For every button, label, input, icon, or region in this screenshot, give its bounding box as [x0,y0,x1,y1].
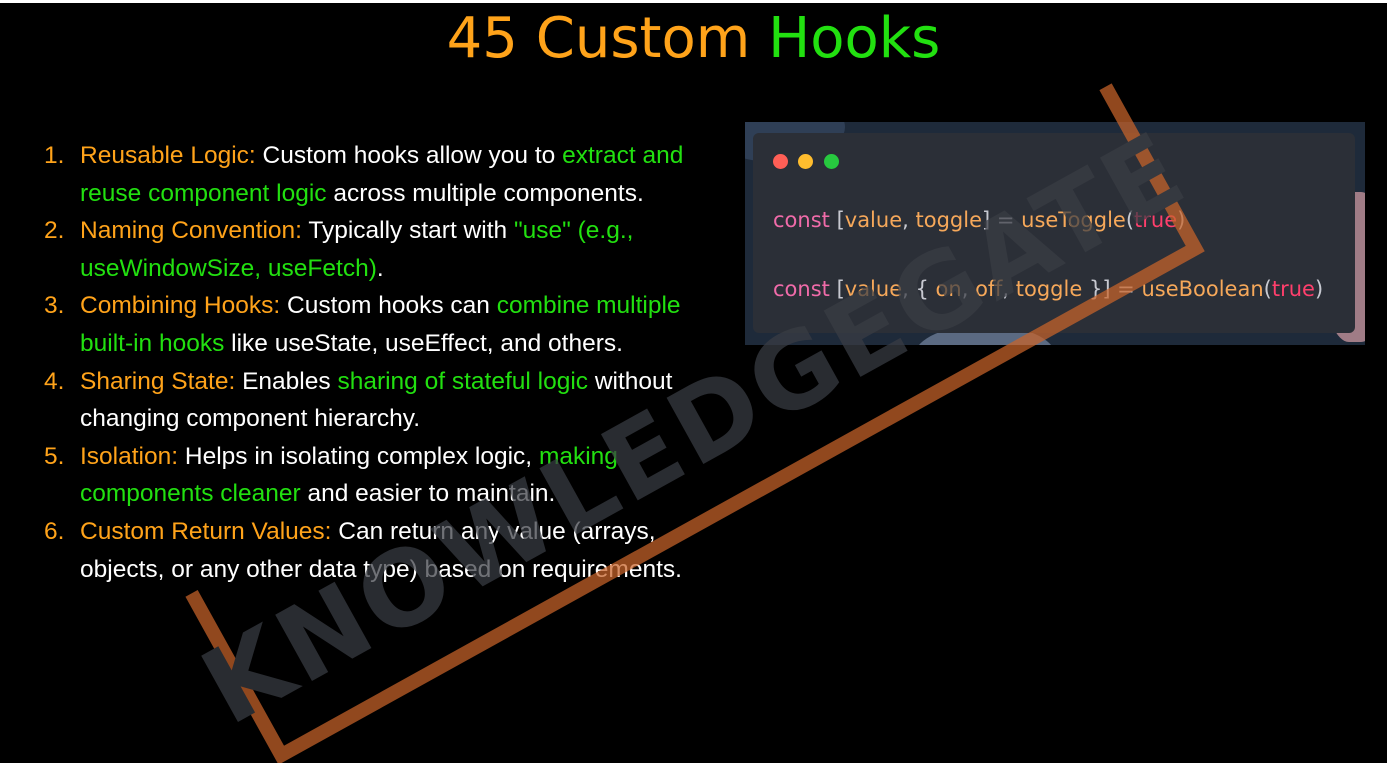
title-number: 45 [446,6,518,71]
list-number: 6. [44,517,65,545]
list-item: 4. Sharing State: Enables sharing of stat… [44,363,704,438]
point-label: Reusable Logic: [80,142,256,169]
code-punct: ( [1263,277,1272,301]
point-label: Custom Return Values: [80,517,332,545]
code-punct: ) [1314,277,1324,301]
code-line-use-boolean: const [value, { on, off, toggle }] = use… [773,277,1323,301]
code-punct: } [1082,277,1103,301]
point-label: Isolation: [80,442,179,470]
point-highlight: sharing of stateful logic [337,367,589,395]
point-text-end: and easier to maintain. [300,480,556,508]
point-text: Helps in isolating complex logic, [178,442,539,470]
code-boolean: true [1134,208,1178,232]
code-punct: , [1002,277,1016,301]
point-text: Custom hooks can [280,292,497,320]
top-border [0,0,1387,3]
point-text-end: across multiple components. [326,179,644,207]
code-keyword: const [773,208,830,232]
title-word-custom: Custom [535,6,751,71]
list-number: 5. [44,442,65,470]
list-number: 1. [44,142,65,169]
code-punct: , [902,208,916,232]
list-item: 2. Naming Convention: Typically start wit… [44,212,704,287]
code-punct: [ [829,277,845,301]
point-label: Naming Convention: [80,217,302,245]
list-number: 3. [44,292,65,320]
code-punct: , [961,277,976,301]
code-snippet-image: const [value, toggle] = useToggle(true) … [745,122,1365,345]
code-variable: toggle [1015,277,1083,301]
code-punct: ( [1125,208,1135,232]
point-text: Enables [235,367,338,395]
list-item: 5. Isolation: Helps in isolating complex … [44,438,704,513]
code-variable: toggle [915,208,983,232]
point-text-end: like useState, useEffect, and others. [224,329,623,357]
window-close-dot-icon [773,154,788,169]
code-function: useBoolean [1141,277,1264,301]
code-punct: { [915,277,936,301]
point-text: Typically start with [301,217,514,245]
list-number: 2. [44,217,65,245]
point-label: Sharing State: [80,367,236,395]
list-number: 4. [44,367,65,395]
code-punct: ] = [1102,277,1142,301]
point-text: Custom hooks allow you to [255,142,563,169]
list-item: 3. Combining Hooks: Custom hooks can comb… [44,287,704,362]
code-boolean: true [1271,277,1315,301]
code-keyword: const [773,277,830,301]
code-variable: off [975,277,1003,301]
code-punct: ) [1177,208,1186,232]
window-minimize-dot-icon [798,154,813,169]
point-text-end: . [376,254,384,282]
code-variable: on [935,277,962,301]
list-item: 6. Custom Return Values: Can return any v… [44,513,704,588]
code-punct: ] = [982,208,1022,232]
point-label: Combining Hooks: [80,292,281,320]
window-maximize-dot-icon [824,154,839,169]
custom-hooks-list: 1. Reusable Logic: Custom hooks allow you… [44,137,704,588]
code-variable: value [844,208,903,232]
code-punct: [ [829,208,845,232]
title-word-hooks: Hooks [768,6,941,71]
code-function: useToggle [1021,208,1126,232]
list-item: 1. Reusable Logic: Custom hooks allow you… [44,137,704,212]
code-window: const [value, toggle] = useToggle(true) … [753,133,1355,333]
code-punct: , [902,277,916,301]
page-title: 45 Custom Hooks [0,6,1387,72]
code-variable: value [844,277,903,301]
code-line-use-toggle: const [value, toggle] = useToggle(true) [773,208,1185,232]
